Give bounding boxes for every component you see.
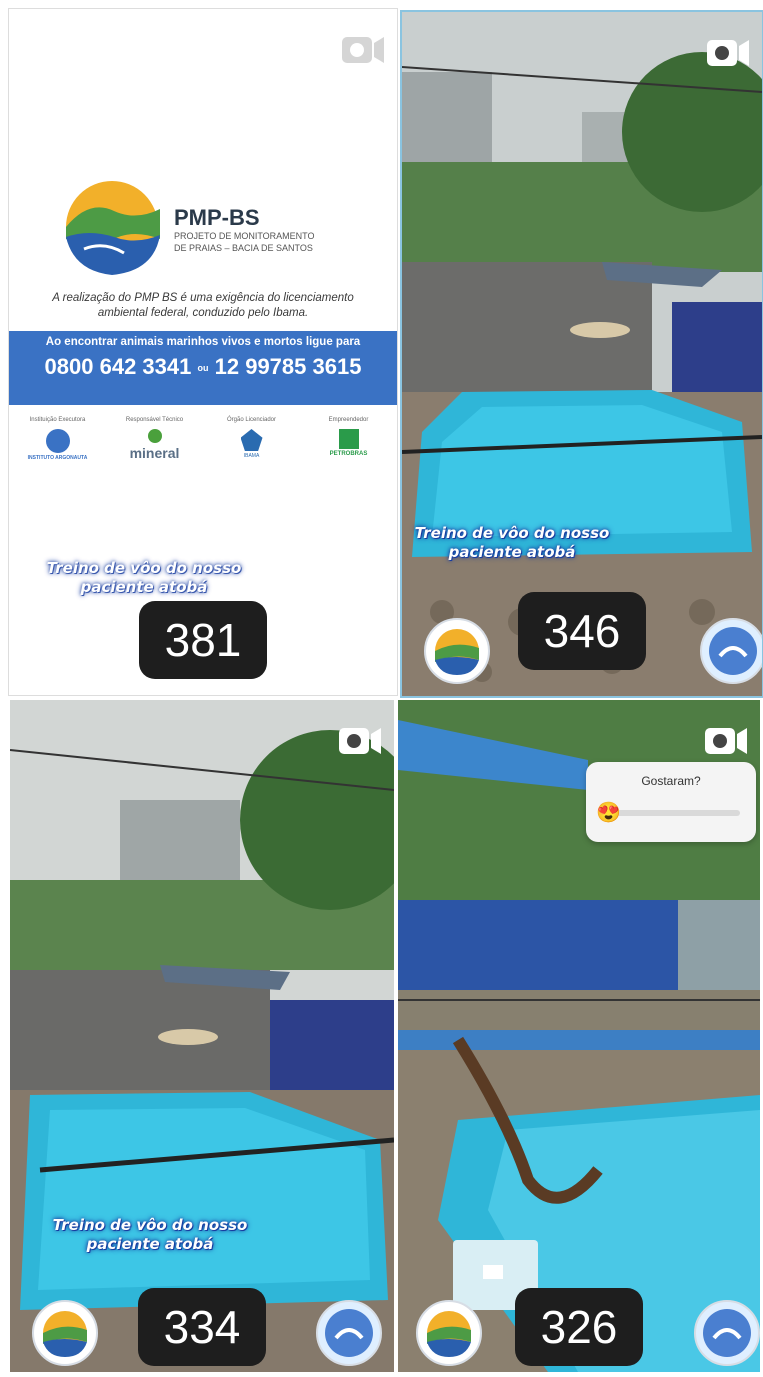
view-count: 381 (139, 601, 267, 679)
mineral-logo-mark (147, 429, 162, 443)
pmp-bs-badge (416, 1300, 482, 1366)
petrobras-logo-mark (338, 429, 359, 449)
contact-banner: Ao encontrar animais marinhos vivos e mo… (9, 331, 397, 405)
video-camera-icon (705, 728, 747, 754)
phone-1[interactable]: 0800 642 3341 (45, 354, 192, 379)
view-count: 346 (518, 592, 646, 670)
heart-eyes-emoji[interactable]: 😍 (596, 800, 621, 825)
argonauta-badge (700, 618, 762, 684)
partner-argonauta: Instituição Executora INSTITUTO ARGONAUT… (27, 417, 88, 461)
story-tile-2[interactable]: Treino de vôo do nosso paciente atobá 34… (400, 10, 763, 698)
story-tile-4[interactable]: Gostaram? 😍 326 (398, 700, 760, 1372)
story-tile-1[interactable]: PMP-BS PROJETO DE MONITORAMENTO DE PRAIA… (8, 8, 398, 696)
partner-mineral: Responsável Técnico mineral (125, 417, 184, 461)
argonauta-logo (45, 429, 70, 453)
phone-separator: ou (197, 363, 209, 374)
brand-subtitle-1: PROJETO DE MONITORAMENTO (174, 231, 315, 241)
view-count: 326 (515, 1288, 643, 1366)
video-camera-icon (342, 37, 384, 63)
ibama-logo-mark (240, 429, 263, 451)
pmp-bs-badge (32, 1300, 98, 1366)
partner-row: Instituição Executora INSTITUTO ARGONAUT… (9, 417, 397, 461)
poll-question: Gostaram? (641, 774, 701, 788)
pmp-bs-badge (424, 618, 490, 684)
video-camera-icon (707, 40, 749, 66)
banner-text: Ao encontrar animais marinhos vivos e mo… (45, 336, 361, 348)
story-tile-3[interactable]: Treino de vôo do nosso paciente atobá 33… (10, 700, 394, 1372)
story-caption: Treino de vôo do nosso paciente atobá (52, 1216, 248, 1253)
story-caption: Treino de vôo do nosso paciente atobá (414, 524, 610, 561)
argonauta-badge (316, 1300, 382, 1366)
view-count: 334 (138, 1288, 266, 1366)
license-note: A realização do PMP BS é uma exigência d… (52, 292, 354, 319)
brand-subtitle-2: DE PRAIAS – BACIA DE SANTOS (174, 243, 313, 253)
story-caption: Treino de vôo do nosso paciente atobá (46, 559, 242, 596)
enclosure-photo (10, 700, 394, 1372)
partner-ibama: Órgão Licenciador IBAMA (226, 417, 277, 459)
brand-name: PMP-BS (174, 205, 260, 230)
phone-2[interactable]: 12 99785 3615 (215, 354, 362, 379)
argonauta-badge (694, 1300, 760, 1366)
video-camera-icon (339, 728, 381, 754)
pmp-bs-logo (66, 181, 160, 275)
partner-petrobras: Empreendedor PETROBRAS (328, 417, 369, 457)
phone-numbers: 0800 642 3341 ou 12 99785 3615 (9, 354, 397, 380)
emoji-slider-poll[interactable]: Gostaram? 😍 (586, 762, 756, 842)
poll-slider-track[interactable] (612, 810, 740, 816)
